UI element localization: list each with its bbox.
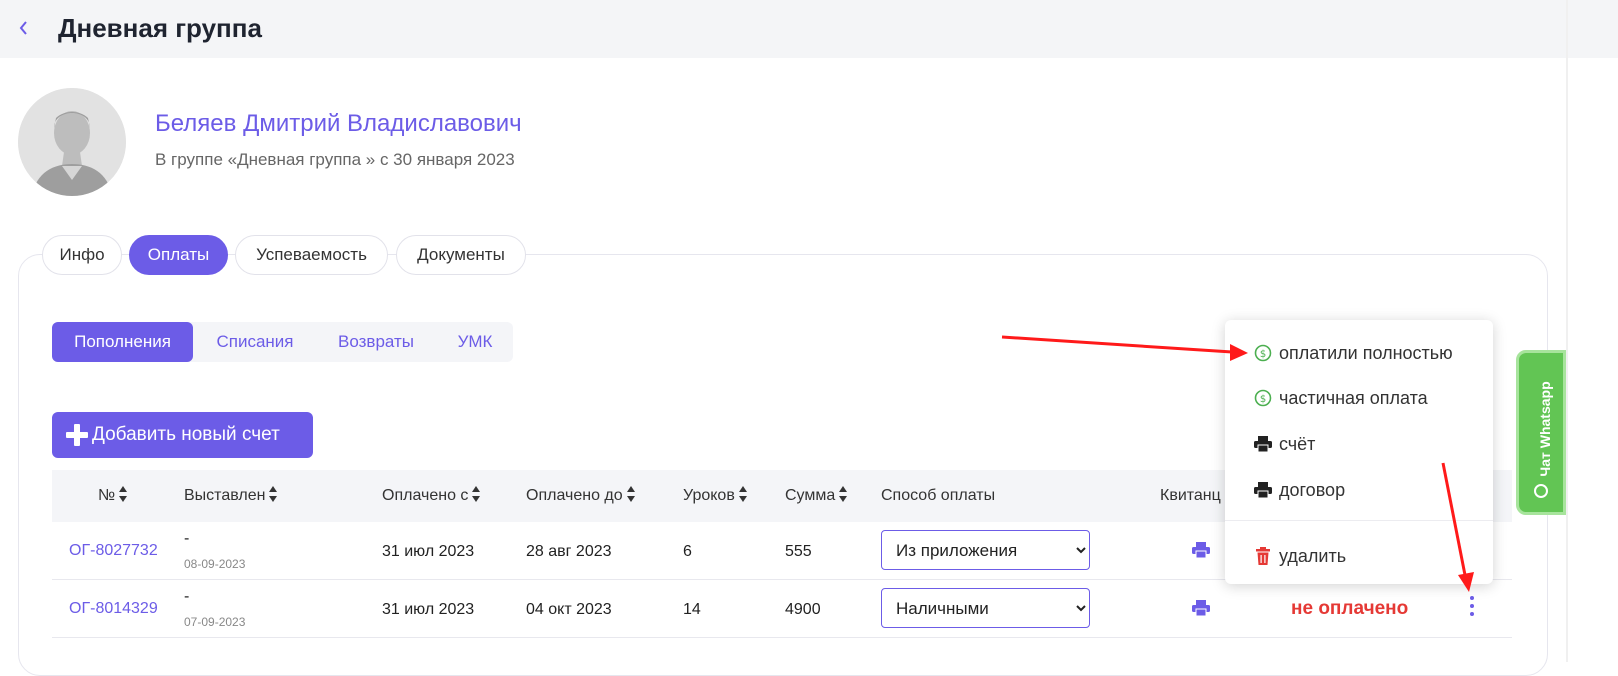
column-header-payment-method: Способ оплаты [881,487,996,504]
paid-to: 04 окт 2023 [526,601,612,618]
column-header-paid-from[interactable]: Оплачено с [382,470,481,522]
column-header-sum[interactable]: Сумма [785,470,848,522]
add-invoice-button[interactable]: Добавить новый счет [52,412,313,458]
menu-item-contract[interactable]: договор [1225,470,1493,510]
printer-icon [1254,482,1272,499]
subtab-refunds[interactable]: Возвраты [324,322,428,362]
issued-date: 08-09-2023 [184,557,246,571]
whatsapp-chat-label: Чат Whatsapp [1537,381,1553,477]
dollar-circle-icon: $ [1254,344,1272,362]
dollar-circle-icon: $ [1254,389,1272,407]
avatar [18,88,126,196]
payment-status: не оплачено [1291,598,1409,619]
tab-payments[interactable]: Оплаты [129,235,228,275]
issued-by: - [184,588,190,605]
sort-icon [269,485,278,502]
svg-text:$: $ [1260,394,1266,405]
column-header-lessons[interactable]: Уроков [683,470,748,522]
printer-icon[interactable] [1192,542,1210,558]
sum: 555 [785,543,812,560]
issued-by: - [184,530,190,547]
column-header-number[interactable]: № [98,470,128,522]
sort-icon [472,485,481,502]
whatsapp-chat-widget[interactable]: Чат Whatsapp [1516,350,1566,515]
row-actions-menu-icon[interactable] [1467,596,1477,618]
lessons-count: 14 [683,601,701,618]
table-row: ОГ-8014329 - 07-09-2023 31 июл 2023 04 о… [52,580,1512,638]
chevron-left-icon [19,21,27,35]
lessons-count: 6 [683,543,692,560]
paid-to: 28 авг 2023 [526,543,612,560]
issued-date: 07-09-2023 [184,615,246,629]
menu-item-paid-full[interactable]: $ оплатили полностью [1225,333,1493,373]
student-name[interactable]: Беляев Дмитрий Владиславович [155,108,522,140]
trash-icon [1256,547,1270,565]
invoice-number-link[interactable]: ОГ-8027732 [69,542,158,560]
sort-icon [839,485,848,502]
back-button[interactable] [16,12,32,44]
printer-icon [1254,436,1272,453]
sort-icon [626,485,636,502]
row-actions-dropdown: $ оплатили полностью $ частичная оплата … [1225,320,1493,584]
add-invoice-label: Добавить новый счет [92,424,280,445]
whatsapp-icon [1534,484,1548,498]
tab-info[interactable]: Инфо [42,235,122,275]
subtab-umk[interactable]: УМК [444,322,506,362]
column-header-paid-to[interactable]: Оплачено до [526,470,636,522]
plus-icon [66,424,88,446]
menu-item-partial-payment[interactable]: $ частичная оплата [1225,378,1493,418]
payment-method-select[interactable]: Из приложения [881,530,1090,570]
subtab-deposits[interactable]: Пополнения [52,322,193,362]
top-bar: Дневная группа [0,0,1618,58]
sum: 4900 [785,601,821,618]
column-header-issued[interactable]: Выставлен [184,470,278,522]
scrollbar[interactable] [1566,0,1568,662]
tab-progress[interactable]: Успеваемость [235,235,388,275]
paid-from: 31 июл 2023 [382,543,475,560]
paid-from: 31 июл 2023 [382,601,475,618]
printer-icon[interactable] [1192,600,1210,616]
menu-item-invoice[interactable]: счёт [1225,424,1493,464]
user-silhouette-icon [18,88,126,196]
sub-tabs: Пополнения Списания Возвраты УМК [52,322,513,362]
page-title: Дневная группа [58,13,262,43]
tab-documents[interactable]: Документы [396,235,526,275]
subtab-charges[interactable]: Списания [202,322,308,362]
payment-method-select[interactable]: Наличными [881,588,1090,628]
menu-divider [1225,520,1493,521]
sort-icon [119,485,128,502]
column-header-receipt: Квитанц [1160,487,1221,504]
invoice-number-link[interactable]: ОГ-8014329 [69,600,158,618]
svg-text:$: $ [1260,349,1266,360]
menu-item-delete[interactable]: удалить [1225,536,1493,576]
student-subtitle: В группе «Дневная группа » с 30 января 2… [155,150,515,169]
sort-icon [738,485,748,502]
